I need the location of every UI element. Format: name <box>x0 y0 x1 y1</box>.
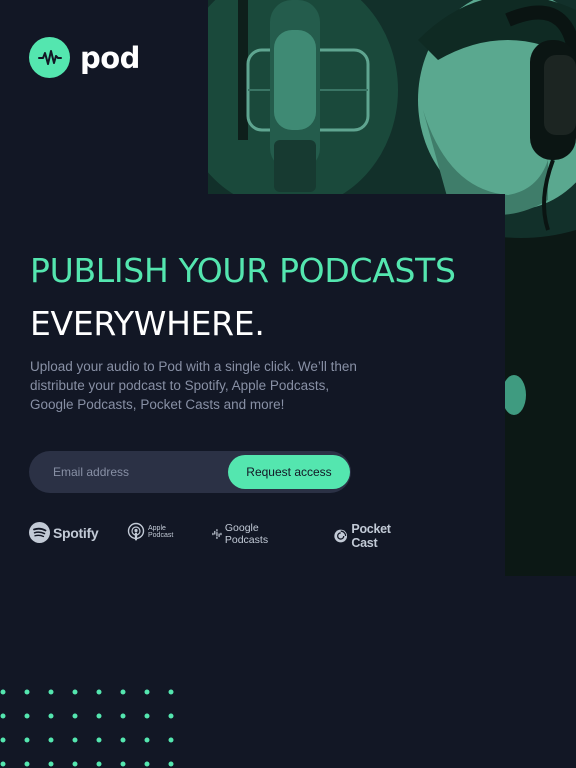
hero-description: Upload your audio to Pod with a single c… <box>30 359 357 412</box>
platform-label: Apple Podcast <box>148 525 180 539</box>
page-title: PUBLISH YOUR PODCASTS EVERYWHERE. <box>30 244 456 350</box>
brand-logo[interactable]: pod <box>29 37 140 78</box>
platform-apple-podcasts: Apple Podcast <box>127 522 180 542</box>
apple-podcasts-icon <box>127 522 145 541</box>
platform-label: Google Podcasts <box>224 522 269 546</box>
spotify-icon <box>29 522 50 543</box>
headline-line-2: EVERYWHERE. <box>30 304 265 343</box>
request-access-button[interactable]: Request access <box>228 455 350 489</box>
decorative-dot-grid <box>0 689 174 767</box>
email-input[interactable] <box>29 451 219 493</box>
google-podcasts-icon <box>212 529 222 539</box>
waveform-icon <box>29 37 70 78</box>
platform-label: Spotify <box>53 524 99 541</box>
platform-google-podcasts: Google Podcasts <box>212 522 274 546</box>
platform-label-line-2: Podcast <box>148 532 174 539</box>
platform-pocket-casts: Pocket Cast <box>334 522 397 550</box>
platform-spotify: Spotify <box>29 522 99 543</box>
brand-name: pod <box>80 40 140 75</box>
platform-label: Pocket Cast <box>351 522 391 550</box>
signup-form: Request access <box>29 451 351 493</box>
headline-line-1: PUBLISH YOUR PODCASTS <box>30 251 456 290</box>
platform-label-line-1: Apple <box>148 525 166 532</box>
pocket-casts-icon <box>334 529 348 543</box>
